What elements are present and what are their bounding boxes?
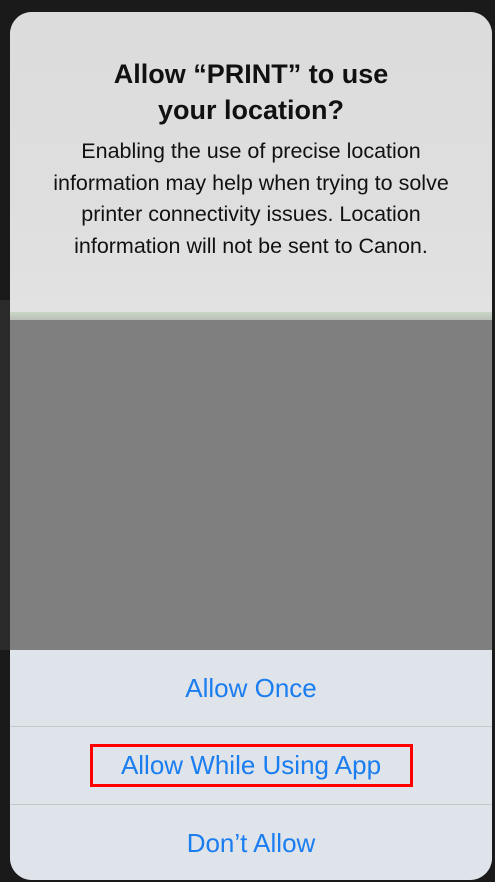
allow-while-using-app-button[interactable]: Allow While Using App <box>10 726 492 803</box>
redacted-map-preview <box>10 320 492 650</box>
location-permission-alert: Allow “PRINT” to use your location? Enab… <box>10 12 492 880</box>
allow-once-label: Allow Once <box>185 672 317 703</box>
allow-once-button[interactable]: Allow Once <box>10 650 492 726</box>
dont-allow-label: Don’t Allow <box>186 827 316 858</box>
alert-message: Enabling the use of precise location inf… <box>53 139 449 258</box>
alert-title: Allow “PRINT” to use your location? <box>113 59 389 125</box>
highlight-box <box>90 744 413 787</box>
alert-header: Allow “PRINT” to use your location? Enab… <box>10 12 492 314</box>
alert-button-group: Allow Once Allow While Using App Don’t A… <box>10 650 492 880</box>
dont-allow-button[interactable]: Don’t Allow <box>10 804 492 880</box>
